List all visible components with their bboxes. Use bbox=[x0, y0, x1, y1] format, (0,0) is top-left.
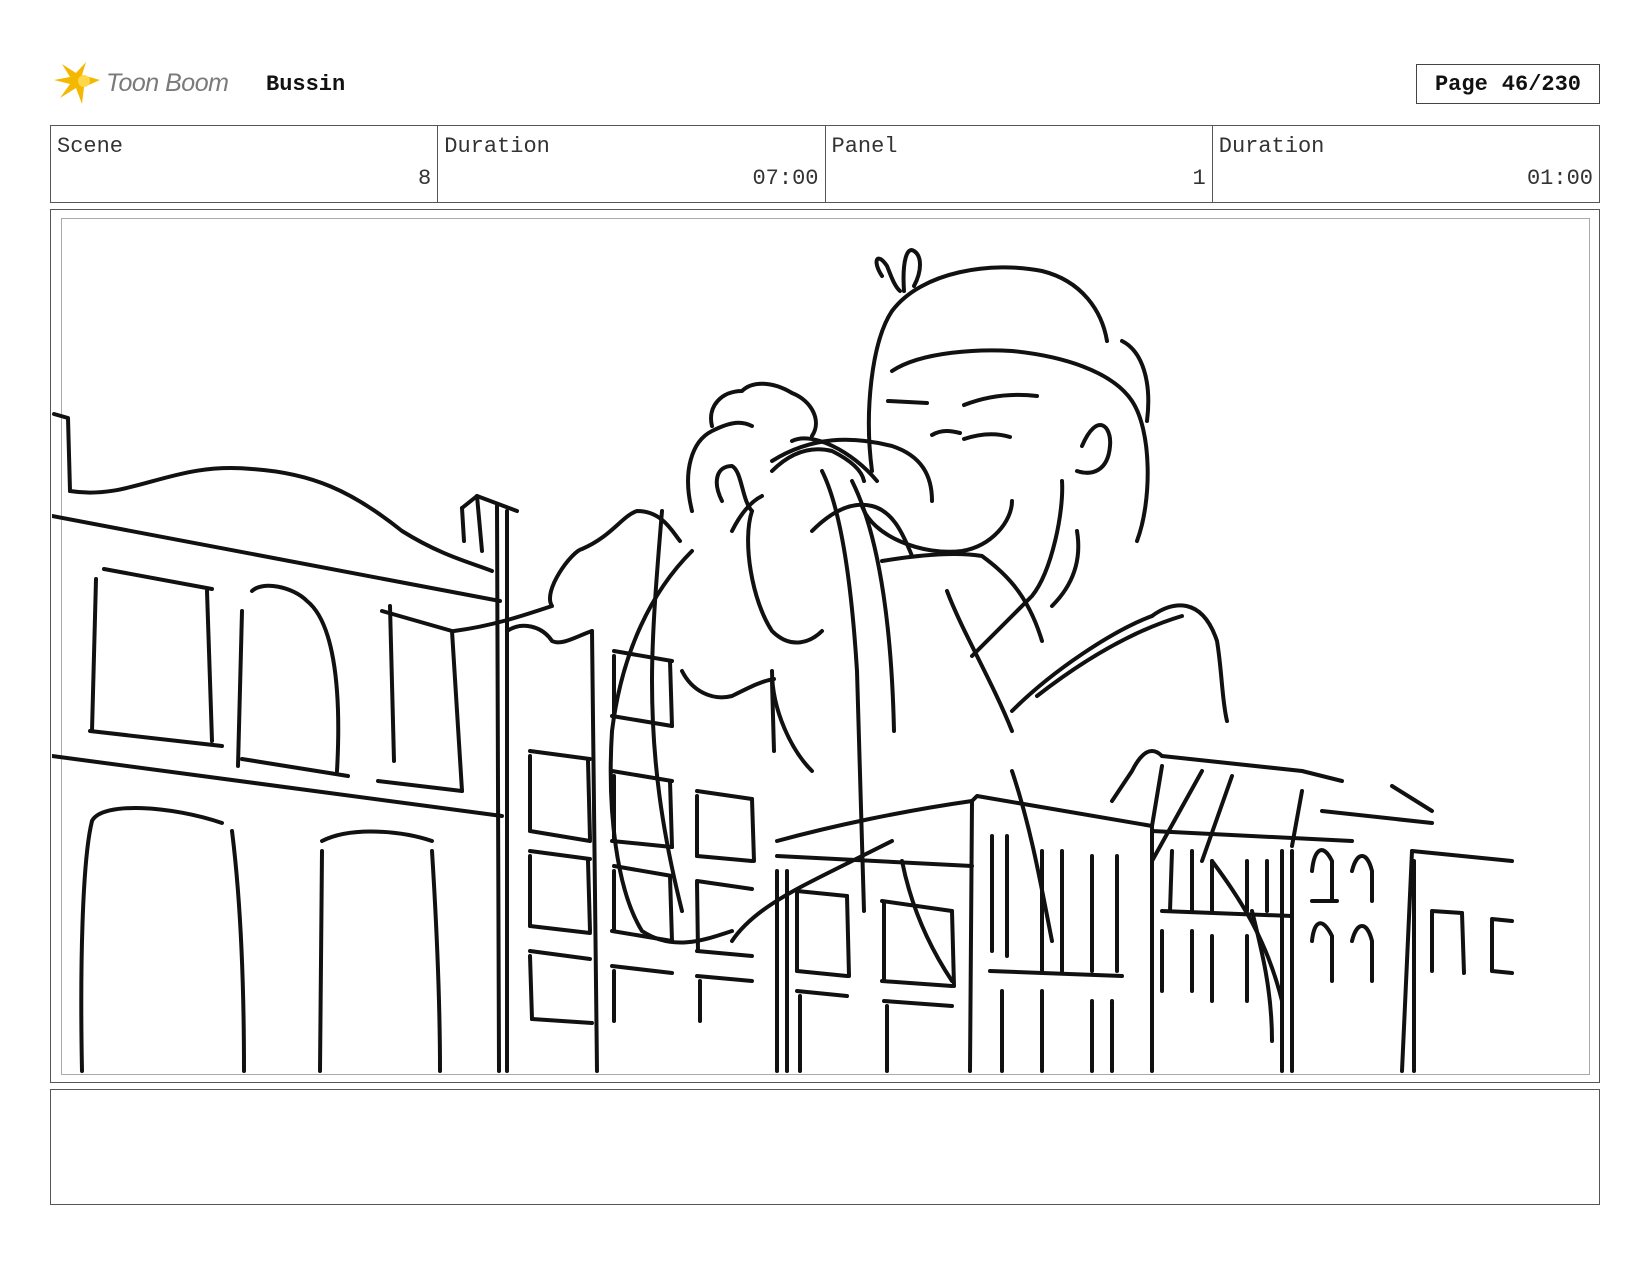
storyboard-sketch bbox=[52, 248, 1514, 1073]
logo-text: Toon Boom bbox=[106, 68, 229, 97]
panel-duration-value: 01:00 bbox=[1526, 166, 1593, 191]
scene-duration-label: Duration bbox=[444, 134, 550, 159]
scene-duration-value: 07:00 bbox=[752, 166, 819, 191]
panel-value: 1 bbox=[1192, 166, 1206, 191]
panel-cell: Panel 1 bbox=[826, 126, 1213, 202]
project-title: Bussin bbox=[266, 72, 346, 97]
panel-info-bar: Scene 8 Duration 07:00 Panel 1 Duration … bbox=[50, 125, 1600, 203]
left-building-sketch bbox=[52, 412, 519, 1073]
starburst-icon bbox=[54, 62, 100, 104]
scene-cell: Scene 8 bbox=[51, 126, 439, 202]
scene-value: 8 bbox=[418, 166, 432, 191]
scene-label: Scene bbox=[57, 134, 124, 159]
scene-duration-cell: Duration 07:00 bbox=[438, 126, 826, 202]
page-number: 46/230 bbox=[1501, 71, 1582, 97]
notes-area bbox=[50, 1089, 1600, 1205]
panel-duration-cell: Duration 01:00 bbox=[1213, 126, 1599, 202]
toon-boom-logo: Toon Boom bbox=[52, 58, 229, 108]
panel-label: Panel bbox=[831, 134, 898, 159]
right-buildings-sketch bbox=[775, 749, 1514, 1073]
page-label: Page bbox=[1434, 71, 1488, 97]
giant-figure-sketch bbox=[608, 248, 1284, 1043]
page-indicator: Page 46/230 bbox=[1416, 64, 1600, 104]
panel-duration-label: Duration bbox=[1218, 134, 1325, 159]
